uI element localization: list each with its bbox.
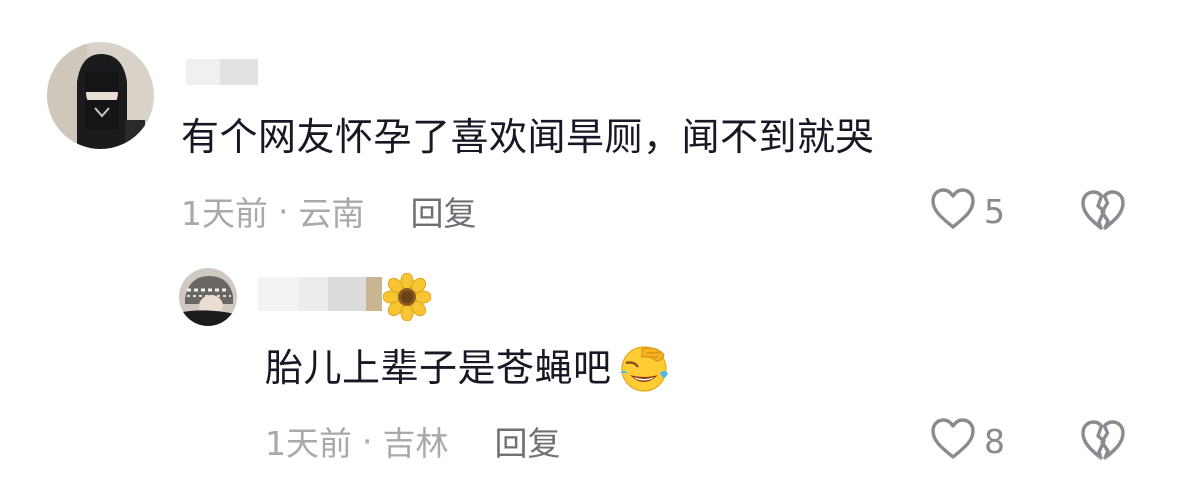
comment-meta: 1天前 · 云南 回复	[181, 187, 477, 235]
comment-location: 云南	[298, 194, 365, 233]
heart-icon	[930, 188, 976, 234]
username-redacted[interactable]	[186, 59, 258, 85]
meta-separator: ·	[278, 191, 289, 231]
broken-heart-icon	[1080, 190, 1126, 236]
comment-location: 吉林	[382, 424, 449, 463]
reply-button[interactable]: 回复	[411, 187, 477, 235]
like-count: 8	[984, 421, 1005, 461]
sunflower-icon	[382, 272, 432, 325]
comment-text: 有个网友怀孕了喜欢闻旱厕，闻不到就哭	[181, 115, 875, 159]
comment-content-line: 胎儿上辈子是苍蝇吧	[265, 343, 672, 393]
comment-meta: 1天前 · 吉林 回复	[265, 417, 561, 465]
comment-time: 1天前	[265, 424, 352, 463]
dislike-button[interactable]	[1080, 420, 1126, 466]
avatar[interactable]	[179, 268, 237, 326]
like-button[interactable]: 5	[930, 188, 1005, 234]
like-count: 5	[984, 191, 1005, 231]
username-redacted[interactable]	[258, 277, 382, 311]
comment-time: 1天前	[181, 194, 268, 233]
face-palm-laughing-emoji	[616, 343, 672, 393]
meta-separator: ·	[362, 421, 373, 461]
reply-button[interactable]: 回复	[495, 417, 561, 465]
comment-text: 胎儿上辈子是苍蝇吧	[265, 346, 612, 390]
heart-icon	[930, 418, 976, 464]
dislike-button[interactable]	[1080, 190, 1126, 236]
avatar[interactable]	[47, 42, 154, 149]
broken-heart-icon	[1080, 420, 1126, 466]
like-button[interactable]: 8	[930, 418, 1005, 464]
